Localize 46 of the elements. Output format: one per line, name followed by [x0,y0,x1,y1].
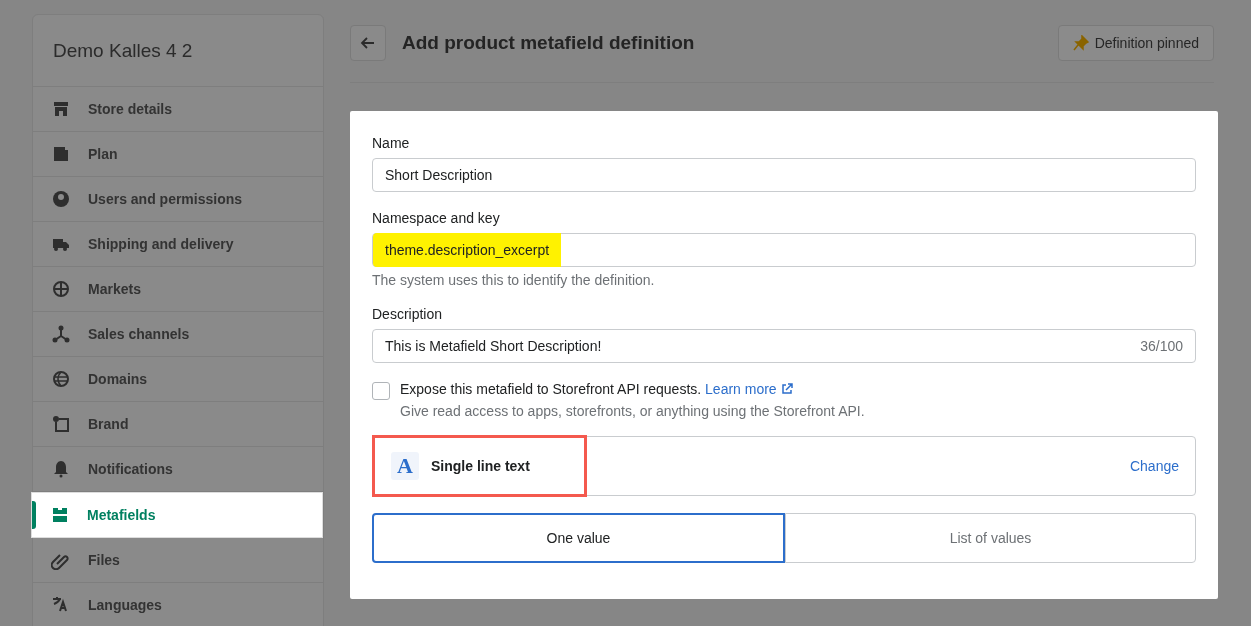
page-title: Add product metafield definition [402,32,696,54]
picture-frame-icon [51,414,71,434]
character-counter: 36/100 [1140,338,1183,354]
sidebar-item[interactable]: Metafields [31,492,323,538]
user-icon [51,189,71,209]
option-button[interactable]: One value [372,513,785,563]
checkbox[interactable] [372,382,390,400]
field-label: Description [372,306,444,322]
sidebar-item[interactable]: Plan [33,132,323,177]
help-text: Give read access to apps, storefronts, or anything using the Storefront API. [400,403,865,419]
wallet-icon [51,144,71,164]
sidebar-item[interactable]: Files [33,538,323,583]
type-icon: A [391,452,419,480]
sidebar-item[interactable]: Shipping and delivery [33,222,323,267]
sidebar-item[interactable]: Markets [33,267,323,312]
sidebar-item[interactable]: Languages [33,583,323,626]
globe-icon [51,369,71,389]
sidebar-item[interactable]: Domains [33,357,323,402]
sidebar-item[interactable]: Users and permissions [33,177,323,222]
checkbox-label: Expose this metafield to Storefront API requests. [400,381,702,397]
type-label: Single line text [431,458,530,474]
help-text: The system uses this to identify the definition. [372,272,656,288]
sidebar-item[interactable]: Sales channels [33,312,323,357]
external-link-icon [780,383,793,395]
field-value: This is Metafield Short Description! [385,338,602,354]
input-field[interactable]: Short Description [372,158,1196,192]
input-field[interactable]: theme.description_excerpt [372,233,1196,267]
sidebar-item[interactable]: Store details [33,87,323,132]
field-value: theme.description_excerpt [373,233,562,267]
field-label: Name [372,135,411,151]
arrow-left-icon [360,35,376,51]
field-value: Short Description [385,167,493,183]
learn-more-link[interactable]: Learn more [705,381,793,397]
input-field[interactable]: This is Metafield Short Description! 36/100 [372,329,1196,363]
field-label: Namespace and key [372,210,501,226]
back-button[interactable] [350,25,386,61]
sidebar-item[interactable]: Brand [33,402,323,447]
pin-icon [1072,35,1089,51]
blocks-icon [50,505,70,525]
store-name: Demo Kalles 4 2 [33,15,323,87]
store-icon [51,99,71,119]
globe-icon [51,279,71,299]
option-button[interactable]: List of values [785,513,1196,563]
nodes-icon [51,324,71,344]
change-link[interactable]: Change [1129,458,1179,474]
pin-button[interactable]: Definition pinned [1057,25,1214,61]
